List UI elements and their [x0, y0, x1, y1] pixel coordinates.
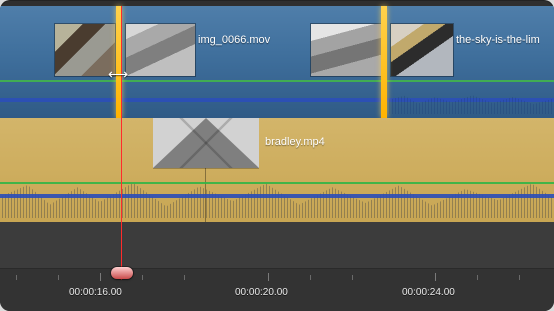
ruler-tick	[184, 275, 185, 280]
ruler-time-label: 00:00:24.00	[402, 287, 455, 298]
av-track-bottom[interactable]: bradley.mp4	[0, 118, 554, 223]
ruler-tick	[58, 275, 59, 280]
ruler-time-label: 00:00:16.00	[69, 287, 122, 298]
clip-thumbnail	[311, 24, 381, 76]
ruler-tick	[16, 275, 17, 280]
ruler-tick	[142, 275, 143, 280]
ruler-tick	[100, 273, 101, 281]
ruler-tick	[435, 273, 436, 281]
ruler-tick	[268, 273, 269, 281]
ruler-tick	[310, 275, 311, 280]
transition-divider	[153, 118, 259, 168]
volume-envelope	[0, 182, 554, 184]
ruler-tick	[477, 275, 478, 280]
clip-name: the-sky-is-the-lim	[456, 34, 540, 46]
ruler-tick	[519, 275, 520, 280]
clip-thumbnail	[126, 24, 195, 76]
timeline-ruler[interactable]: 00:00:16.00 00:00:20.00 00:00:24.00	[0, 268, 554, 311]
empty-track[interactable]	[0, 222, 554, 268]
timeline-panel: img_0066.mov the-sky-is-the-lim bradley.…	[0, 0, 554, 311]
audio-waveform-baseline	[0, 194, 554, 198]
ruler-tick	[352, 275, 353, 280]
clip-name: bradley.mp4	[265, 136, 325, 148]
ruler-time-label: 00:00:20.00	[235, 287, 288, 298]
trim-resize-cursor-icon: ⟷	[107, 66, 129, 82]
clip-thumbnail	[391, 24, 453, 76]
playhead-line[interactable]	[121, 6, 122, 280]
playhead-handle[interactable]	[111, 267, 133, 279]
video-track-top[interactable]: img_0066.mov the-sky-is-the-lim	[0, 6, 554, 119]
clip-edge-trim-handle[interactable]	[381, 6, 387, 118]
clip-name: img_0066.mov	[198, 34, 271, 46]
volume-envelope	[0, 80, 554, 82]
